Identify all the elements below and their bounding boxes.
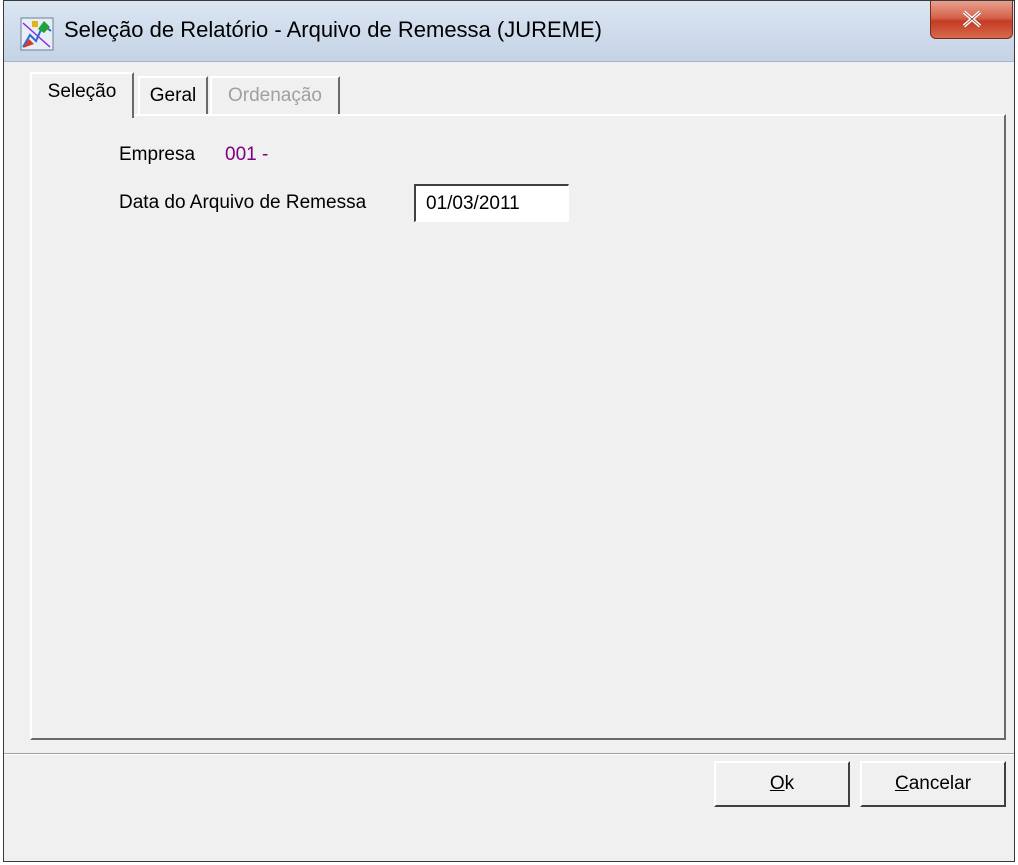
dialog-client-area: Seleção Geral Ordenação Empresa 001 - Da… xyxy=(4,62,1014,861)
data-arquivo-label: Data do Arquivo de Remessa xyxy=(119,192,367,213)
data-arquivo-input[interactable] xyxy=(414,184,569,222)
title-bar[interactable]: Seleção de Relatório - Arquivo de Remess… xyxy=(4,1,1014,62)
close-button[interactable] xyxy=(930,1,1013,39)
tab-geral[interactable]: Geral xyxy=(138,76,208,114)
tab-ordenacao: Ordenação xyxy=(210,76,340,114)
cancel-button[interactable]: Cancelar xyxy=(860,761,1006,807)
ok-button[interactable]: Ok xyxy=(714,761,850,807)
cancel-button-label: ancelar xyxy=(908,773,972,794)
tab-panel-selecao: Empresa 001 - Data do Arquivo de Remessa xyxy=(30,114,1006,740)
dialog-window: Seleção de Relatório - Arquivo de Remess… xyxy=(3,0,1015,862)
cancel-button-mnemonic: C xyxy=(894,773,909,794)
ok-button-label: k xyxy=(784,773,795,794)
empresa-value: 001 - xyxy=(225,144,269,165)
empresa-label: Empresa xyxy=(119,144,196,165)
window-title: Seleção de Relatório - Arquivo de Remess… xyxy=(64,17,603,42)
tab-selecao[interactable]: Seleção xyxy=(30,72,134,118)
report-selection-icon xyxy=(20,17,54,51)
ok-button-mnemonic: O xyxy=(769,773,785,794)
